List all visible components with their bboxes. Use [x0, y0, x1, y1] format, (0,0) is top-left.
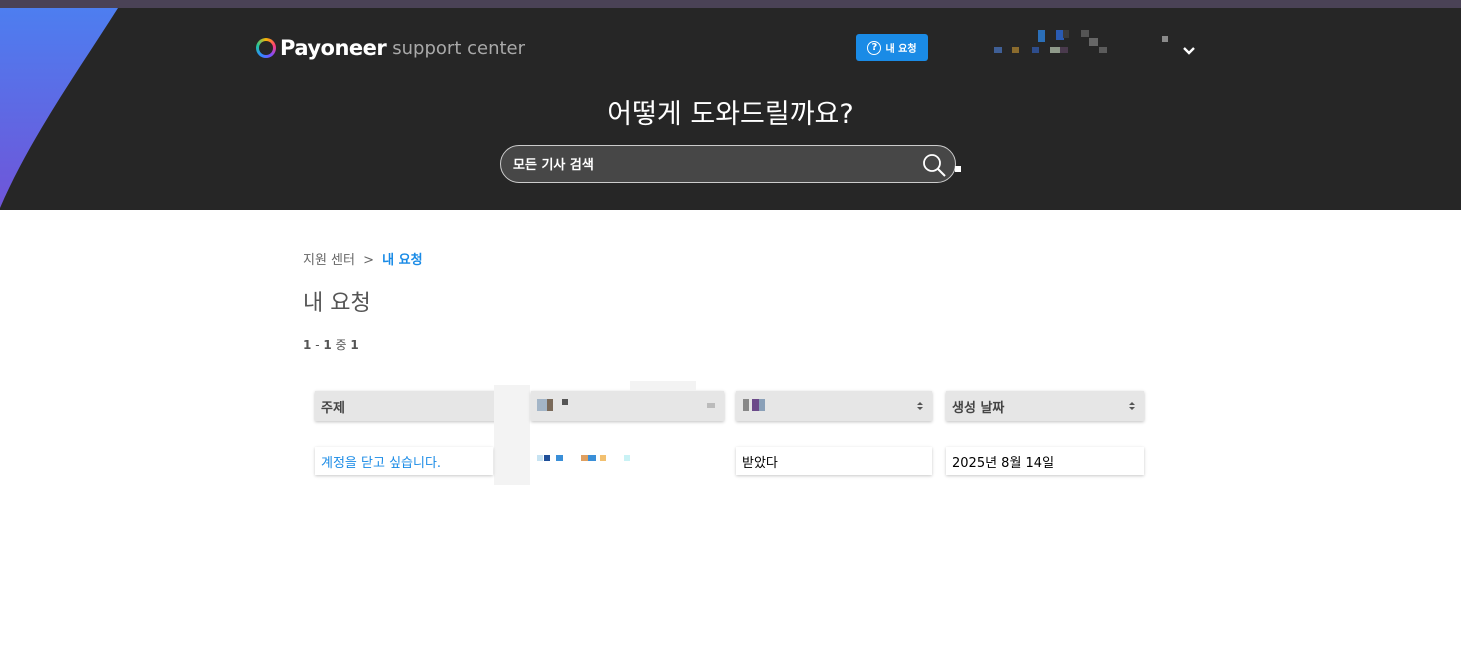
redacted-pixel [581, 455, 588, 461]
redacted-pixel [1012, 47, 1019, 53]
sort-icon[interactable] [916, 400, 924, 412]
redacted-pixel [994, 47, 1002, 53]
breadcrumb-separator: > [363, 253, 375, 268]
search-icon[interactable] [921, 152, 947, 178]
chevron-down-icon[interactable] [1182, 44, 1196, 58]
question-circle-icon: ? [867, 40, 882, 55]
breadcrumb: 지원 센터 > 내 요청 [303, 249, 423, 268]
redacted-cell [531, 447, 693, 475]
redacted-pixel [544, 455, 550, 461]
redacted-pixel [1099, 47, 1107, 53]
user-menu[interactable] [951, 8, 1181, 68]
redacted-pixel [624, 455, 630, 461]
redacted-pixel [588, 455, 596, 461]
payoneer-ring-icon [256, 38, 276, 58]
result-count: 1 - 1 중 1 [303, 336, 359, 353]
redacted-pixel [562, 399, 568, 405]
column-header-subject[interactable]: 주제 [315, 391, 518, 421]
request-subject-link[interactable]: 계정을 닫고 싶습니다. [321, 452, 441, 471]
redacted-pixel [743, 399, 749, 411]
redacted-pixel [1081, 30, 1089, 37]
browser-top-strip [0, 0, 1461, 8]
count-from: 1 [303, 338, 312, 352]
redacted-pixel [759, 399, 765, 411]
headline: 어떻게 도와드릴까요? [607, 99, 854, 130]
redacted-pixel [955, 166, 961, 172]
search-input[interactable] [511, 146, 895, 184]
request-status: 받았다 [742, 455, 778, 471]
redacted-pixel [707, 403, 715, 408]
count-to: 1 [323, 338, 332, 352]
hero-header: Payoneer support center ? 내 요청 어떻게 도와드릴까… [0, 8, 1461, 210]
redacted-pixel [1063, 30, 1069, 38]
column-header-label: 주제 [321, 400, 345, 416]
redacted-pixel [537, 399, 547, 411]
count-of: 중 [335, 338, 347, 352]
redacted-pixel [1032, 47, 1039, 53]
redacted-pixel [1162, 36, 1168, 42]
column-header-status[interactable] [736, 391, 932, 421]
table-row[interactable]: 계정을 닫고 싶습니다. [315, 447, 493, 475]
column-header-redacted[interactable] [531, 391, 724, 421]
redacted-pixel [556, 455, 563, 461]
redacted-pixel [1038, 30, 1045, 42]
brand-sub: support center [392, 37, 526, 59]
redacted-region [494, 385, 530, 485]
redacted-pixel [752, 399, 759, 411]
sort-icon[interactable] [1128, 400, 1136, 412]
my-requests-button[interactable]: ? 내 요청 [856, 34, 928, 61]
request-created-date: 2025년 8월 14일 [952, 455, 1055, 471]
search-box[interactable] [500, 145, 956, 184]
created-cell: 2025년 8월 14일 [946, 447, 1144, 475]
count-dash: - [315, 338, 320, 352]
redacted-pixel [537, 455, 543, 461]
payoneer-logo[interactable]: Payoneer support center [256, 34, 525, 62]
my-requests-label: 내 요청 [885, 44, 917, 55]
status-cell: 받았다 [736, 447, 932, 475]
column-header-created[interactable]: 생성 날짜 [946, 391, 1144, 421]
count-total: 1 [350, 338, 359, 352]
redacted-pixel [1060, 47, 1068, 53]
breadcrumb-current[interactable]: 내 요청 [382, 253, 422, 268]
redacted-pixel [547, 399, 553, 411]
redacted-pixel [1089, 38, 1098, 46]
redacted-pixel [600, 455, 606, 461]
column-header-label: 생성 날짜 [952, 400, 1005, 416]
brand-name: Payoneer [280, 36, 387, 60]
page-title: 내 요청 [303, 291, 371, 316]
redacted-pixel [1050, 47, 1060, 53]
breadcrumb-root[interactable]: 지원 센터 [303, 253, 355, 268]
redacted-region [630, 381, 696, 391]
